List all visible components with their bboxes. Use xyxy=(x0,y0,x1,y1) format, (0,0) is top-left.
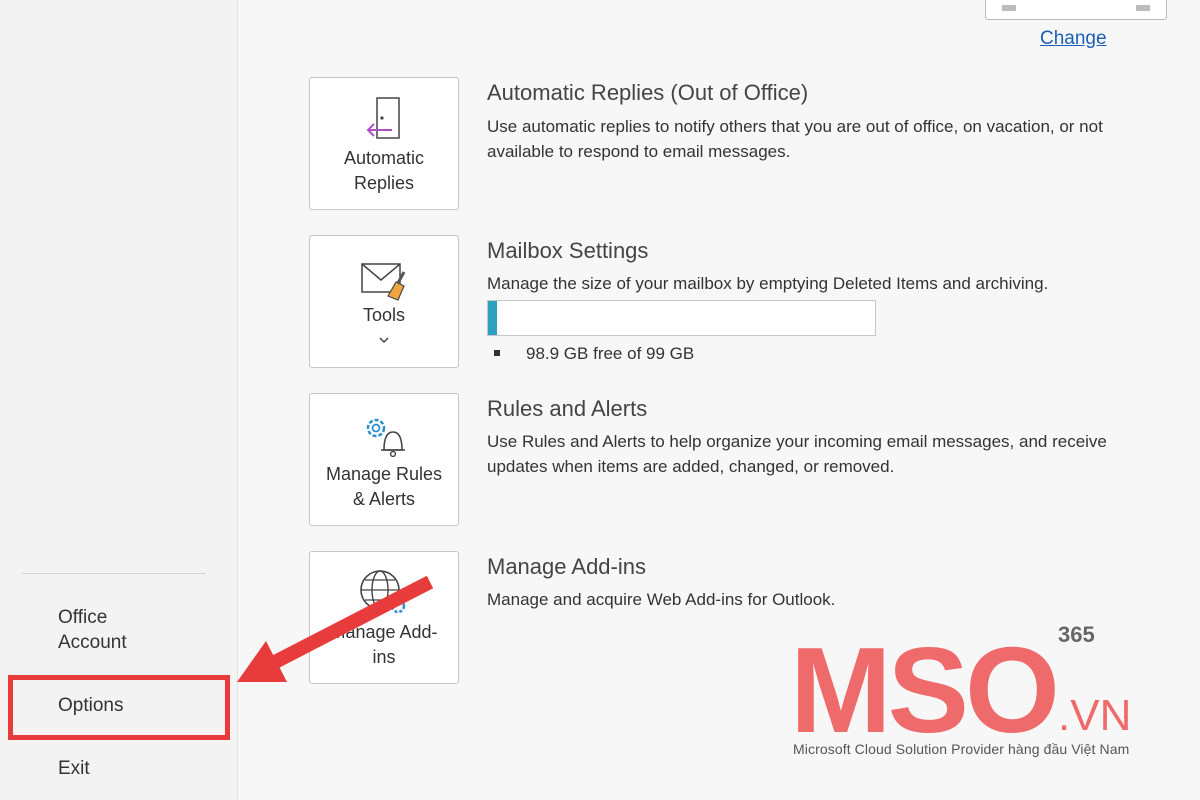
manage-add-ins-title: Manage Add-ins xyxy=(487,554,646,579)
logo-superscript: 365 xyxy=(1058,622,1095,647)
bullet-icon xyxy=(494,350,500,356)
nav-divider xyxy=(22,573,206,574)
tile-label-line2: ins xyxy=(372,647,396,667)
nav-office-line2: Account xyxy=(58,632,127,653)
mailbox-settings-description: Manage the size of your mailbox by empty… xyxy=(487,274,1049,293)
gear-bell-icon xyxy=(366,418,405,458)
tile-label-line2: & Alerts xyxy=(352,489,416,509)
manage-add-ins-description: Manage and acquire Web Add-ins for Outlo… xyxy=(487,590,836,609)
nav-item-office-account[interactable]: Office Account xyxy=(58,605,127,655)
frame-corner-right xyxy=(1136,5,1150,11)
tools-button[interactable]: Tools xyxy=(309,235,459,368)
manage-rules-alerts-button[interactable]: Manage Rules & Alerts xyxy=(309,393,459,526)
logo-suffix: .VN xyxy=(1058,691,1131,740)
mailbox-usage-bar xyxy=(487,300,876,336)
mailbox-storage-text: 98.9 GB free of 99 GB xyxy=(526,344,695,363)
tile-label-line2: Replies xyxy=(353,173,415,193)
tile-label-line1: Manage Rules xyxy=(325,464,443,484)
frame-corner-left xyxy=(1002,5,1016,11)
options-highlight-box xyxy=(8,675,230,740)
account-photo-frame xyxy=(985,0,1167,20)
tools-label: Tools xyxy=(362,305,406,325)
automatic-replies-description: Use automatic replies to notify others t… xyxy=(487,117,1103,161)
door-arrow-icon xyxy=(366,97,400,139)
change-photo-link[interactable]: Change xyxy=(1040,28,1107,50)
mailbox-cleanup-icon xyxy=(361,263,406,301)
mailbox-usage-fill xyxy=(488,301,497,335)
automatic-replies-title: Automatic Replies (Out of Office) xyxy=(487,80,809,105)
automatic-replies-button[interactable]: Automatic Replies xyxy=(309,77,459,210)
nav-item-exit[interactable]: Exit xyxy=(58,756,90,781)
tile-label-line1: Automatic xyxy=(343,148,425,168)
backstage-nav: Office Account Options Exit xyxy=(0,0,238,800)
rules-alerts-description: Use Rules and Alerts to help organize yo… xyxy=(487,432,1107,476)
chevron-down-icon xyxy=(379,337,389,344)
manage-add-ins-button[interactable]: Manage Add- ins xyxy=(309,551,459,684)
rules-alerts-title: Rules and Alerts xyxy=(487,396,648,421)
logo-tagline: Microsoft Cloud Solution Provider hàng đ… xyxy=(793,741,1130,757)
mailbox-settings-title: Mailbox Settings xyxy=(487,238,649,263)
globe-gear-icon xyxy=(360,570,406,614)
logo-brand: MSO xyxy=(790,622,1056,758)
nav-office-line1: Office xyxy=(58,607,108,628)
tile-label-line1: Manage Add- xyxy=(330,622,438,642)
